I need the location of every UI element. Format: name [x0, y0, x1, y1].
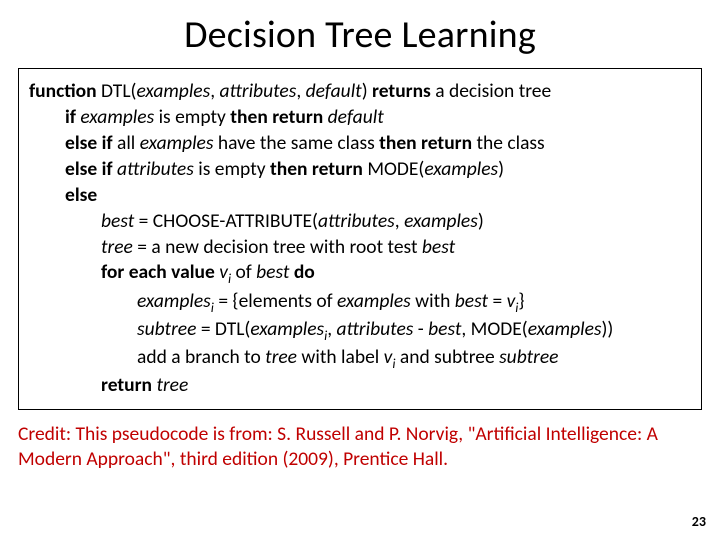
- credit-text: Credit: This pseudocode is from: S. Russ…: [18, 422, 702, 473]
- txt: -: [413, 317, 428, 341]
- var-attributes: attributes: [337, 317, 414, 341]
- var-examples: examples: [140, 131, 214, 155]
- var-examples: examples: [337, 289, 411, 313]
- var-examples: examples: [136, 79, 210, 103]
- var-best: best: [422, 235, 455, 259]
- code-line: subtree = DTL(examplesi, attributes - be…: [137, 317, 691, 345]
- txt: is empty: [194, 157, 270, 181]
- txt: have the same class: [213, 131, 379, 155]
- txt: , MODE(: [461, 317, 527, 341]
- txt: ): [498, 157, 504, 181]
- txt: = a new decision tree with root test: [133, 235, 422, 259]
- slide: Decision Tree Learning function DTL(exam…: [0, 0, 720, 540]
- kw-else: else: [65, 183, 97, 207]
- code-line: examplesi = {elements of examples with b…: [137, 289, 691, 317]
- var-attributes: attributes: [117, 157, 194, 181]
- var-examples: examples: [404, 209, 478, 233]
- kw-then-return: then return: [270, 157, 363, 181]
- kw-else-if: else if: [65, 131, 113, 155]
- txt: is empty: [154, 105, 230, 129]
- var-default: default: [306, 79, 362, 103]
- kw-do: do: [294, 260, 315, 284]
- kw-then-return: then return: [379, 131, 472, 155]
- txt: all: [113, 131, 140, 155]
- code-line: else if all examples have the same class…: [65, 131, 691, 157]
- var-examples-i: examplesi: [250, 317, 327, 341]
- var-attributes: attributes: [318, 209, 395, 233]
- txt: )): [601, 317, 613, 341]
- var-examples: examples: [424, 157, 498, 181]
- kw-for-each: for each value: [101, 260, 215, 284]
- kw-then-return: then return: [230, 105, 323, 129]
- pseudocode-box: function DTL(examples, attributes, defau…: [18, 68, 702, 410]
- var-examples: examples: [80, 105, 154, 129]
- kw-return: return: [101, 373, 152, 397]
- txt: = DTL(: [196, 317, 250, 341]
- var-subtree: subtree: [499, 345, 558, 369]
- txt: a decision tree: [431, 79, 551, 103]
- txt: with: [411, 289, 455, 313]
- var-vi: vi: [384, 345, 396, 369]
- txt: ,: [327, 317, 336, 341]
- var-best: best: [455, 289, 488, 313]
- code-line: if examples is empty then return default: [65, 105, 691, 131]
- kw-if: if: [65, 105, 76, 129]
- code-line: add a branch to tree with label vi and s…: [137, 345, 691, 373]
- code-line: else if attributes is empty then return …: [65, 157, 691, 183]
- txt: = {elements of: [214, 289, 337, 313]
- txt: and subtree: [396, 345, 500, 369]
- txt: ): [478, 209, 484, 233]
- txt: DTL(: [97, 79, 137, 103]
- txt: ,: [395, 209, 404, 233]
- var-subtree: subtree: [137, 317, 196, 341]
- kw-returns: returns: [372, 79, 431, 103]
- var-tree: tree: [156, 373, 188, 397]
- txt: of: [231, 260, 256, 284]
- txt: ,: [296, 79, 305, 103]
- txt: }: [518, 289, 524, 313]
- var-best: best: [428, 317, 461, 341]
- var-attributes: attributes: [219, 79, 296, 103]
- txt: add a branch to: [137, 345, 265, 369]
- var-best: best: [256, 260, 289, 284]
- kw-function: function: [29, 79, 97, 103]
- var-vi: vi: [219, 260, 231, 284]
- code-line: function DTL(examples, attributes, defau…: [29, 79, 691, 105]
- txt: =: [488, 289, 507, 313]
- kw-else-if: else if: [65, 157, 113, 181]
- code-line: return tree: [101, 373, 691, 399]
- txt: the class: [472, 131, 545, 155]
- code-line: else: [65, 183, 691, 209]
- code-line: tree = a new decision tree with root tes…: [101, 235, 691, 261]
- var-tree: tree: [265, 345, 297, 369]
- var-vi: vi: [507, 289, 519, 313]
- page-number: 23: [692, 513, 706, 530]
- var-default: default: [328, 105, 384, 129]
- txt: with label: [297, 345, 384, 369]
- txt: MODE(: [363, 157, 424, 181]
- var-examples: examples: [528, 317, 602, 341]
- code-line: best = CHOOSE-ATTRIBUTE(attributes, exam…: [101, 209, 691, 235]
- var-best: best: [101, 209, 134, 233]
- txt: ): [362, 79, 372, 103]
- var-examples-i: examplesi: [137, 289, 214, 313]
- txt: = CHOOSE-ATTRIBUTE(: [134, 209, 318, 233]
- slide-title: Decision Tree Learning: [0, 12, 720, 58]
- var-tree: tree: [101, 235, 133, 259]
- code-line: for each value vi of best do: [101, 260, 691, 288]
